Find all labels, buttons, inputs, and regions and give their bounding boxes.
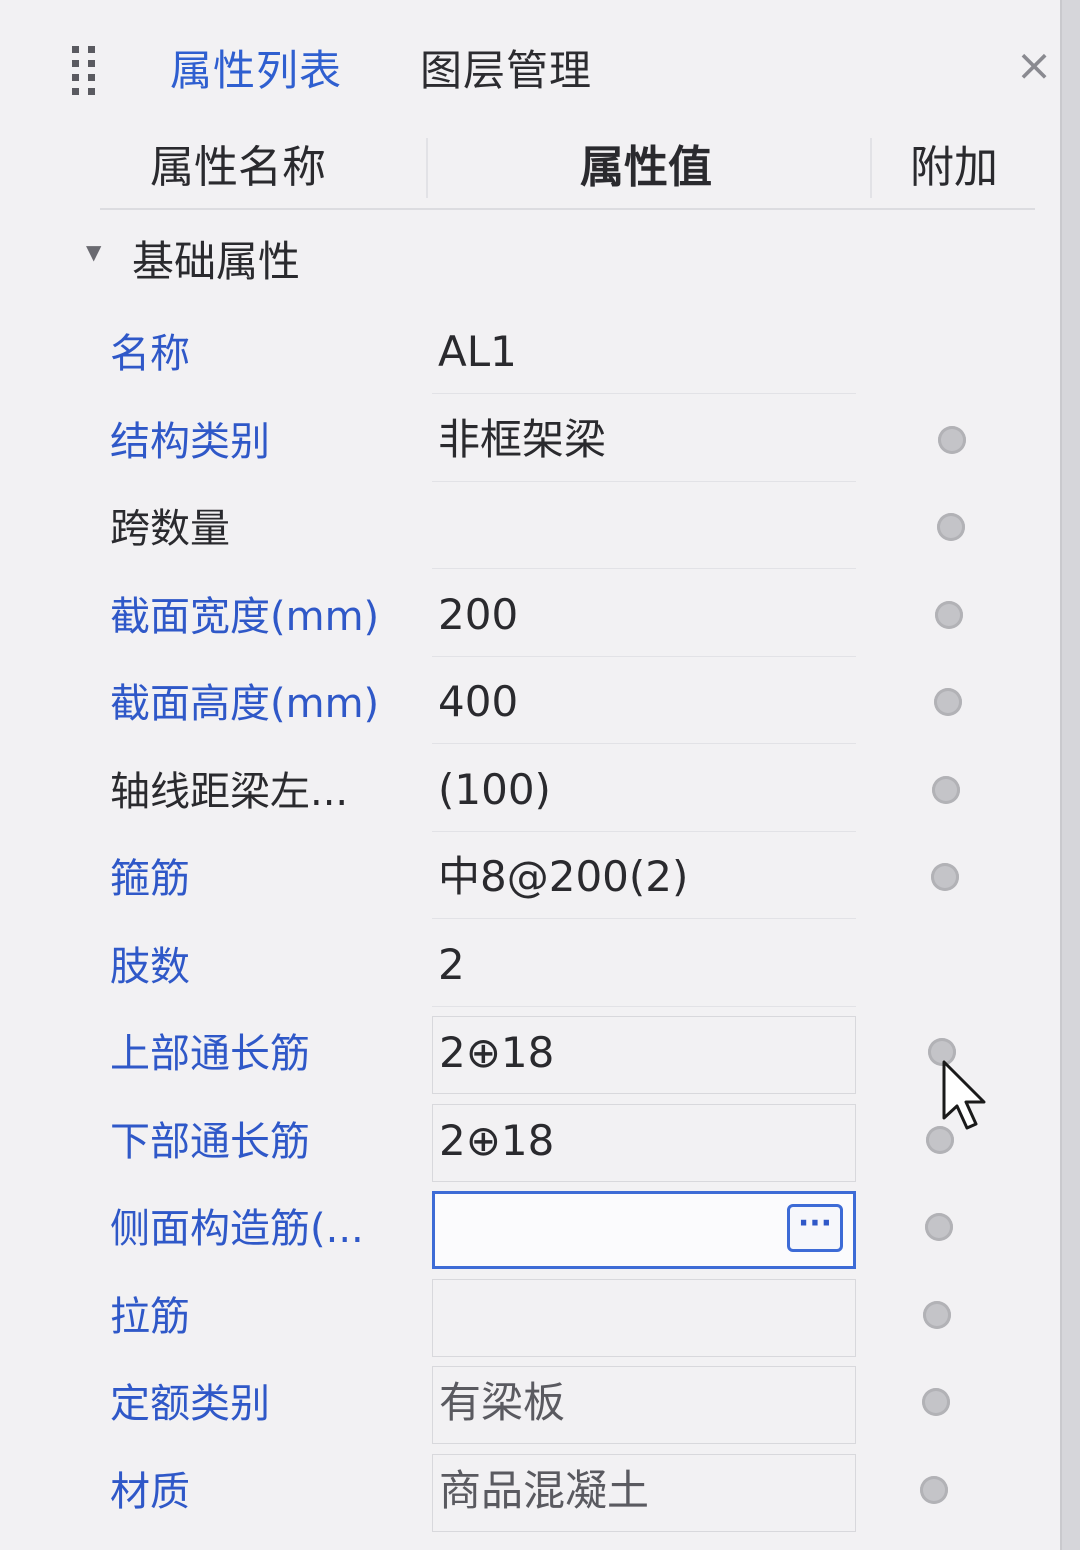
column-divider[interactable]: [426, 138, 428, 198]
extra-checkbox-icon[interactable]: [923, 1301, 951, 1329]
property-value-field[interactable]: 2⊕18: [432, 1104, 856, 1182]
group-label: 基础属性: [132, 237, 301, 286]
property-value-input-active[interactable]: ···: [432, 1191, 856, 1269]
property-row[interactable]: 侧面构造筋(... ···: [110, 1187, 1010, 1273]
property-name: 轴线距梁左...: [110, 769, 349, 815]
property-name: 材质: [110, 1469, 190, 1515]
property-value-field[interactable]: AL1: [432, 316, 856, 394]
property-value-field[interactable]: [432, 1279, 856, 1357]
property-value-field[interactable]: 有梁板: [432, 1366, 856, 1444]
extra-checkbox-icon[interactable]: [931, 863, 959, 891]
property-name: 截面高度(mm): [110, 681, 380, 727]
property-row[interactable]: 材质 商品混凝土: [110, 1450, 1010, 1536]
column-header-extra[interactable]: 附加: [910, 140, 998, 196]
extra-checkbox-icon[interactable]: [934, 688, 962, 716]
column-divider[interactable]: [870, 138, 872, 198]
mouse-pointer-icon: [942, 1060, 986, 1130]
property-row[interactable]: 截面宽度(mm) 200: [110, 575, 1010, 661]
property-value-field[interactable]: [432, 491, 856, 569]
property-row[interactable]: 结构类别 非框架梁: [110, 400, 1010, 486]
ellipsis-button[interactable]: ···: [787, 1204, 843, 1252]
property-row[interactable]: 肢数 2: [110, 925, 1010, 1011]
extra-checkbox-icon[interactable]: [938, 426, 966, 454]
extra-checkbox-icon[interactable]: [935, 601, 963, 629]
column-header-name[interactable]: 属性名称: [150, 140, 326, 196]
property-name: 箍筋: [110, 856, 190, 902]
property-row[interactable]: 跨数量: [110, 487, 1010, 573]
property-name: 上部通长筋: [110, 1031, 310, 1077]
property-value-field[interactable]: 2: [432, 929, 856, 1007]
property-row[interactable]: 轴线距梁左... (100): [110, 750, 1010, 836]
extra-checkbox-icon[interactable]: [937, 513, 965, 541]
property-row[interactable]: 名称 AL1: [110, 312, 1010, 398]
property-name: 名称: [110, 331, 190, 377]
close-icon[interactable]: ×: [1012, 44, 1056, 88]
extra-checkbox-icon[interactable]: [932, 776, 960, 804]
property-value-field[interactable]: 200: [432, 579, 856, 657]
column-header-value[interactable]: 属性值: [580, 140, 712, 196]
property-name: 拉筋: [110, 1294, 190, 1340]
property-name: 结构类别: [110, 419, 270, 465]
tab-property-list[interactable]: 属性列表: [170, 44, 342, 98]
property-value-field[interactable]: 中8@200(2): [432, 841, 856, 919]
property-row[interactable]: 上部通长筋 2⊕18: [110, 1012, 1010, 1098]
property-name: 肢数: [110, 944, 190, 990]
property-row[interactable]: 截面高度(mm) 400: [110, 662, 1010, 748]
property-row[interactable]: 下部通长筋 2⊕18: [110, 1100, 1010, 1186]
property-name: 下部通长筋: [110, 1119, 310, 1165]
property-panel: 属性列表 图层管理 × 属性名称 属性值 附加 ▼ 基础属性 名称 AL1 结构类别…: [0, 0, 1062, 1550]
property-name: 跨数量: [110, 506, 230, 552]
property-value-field[interactable]: 400: [432, 666, 856, 744]
collapse-triangle-icon[interactable]: ▼: [86, 240, 101, 264]
property-row[interactable]: 定额类别 有梁板: [110, 1362, 1010, 1448]
property-row[interactable]: 拉筋: [110, 1275, 1010, 1361]
property-value-field[interactable]: (100): [432, 754, 856, 832]
property-value-field[interactable]: 非框架梁: [432, 404, 856, 482]
extra-checkbox-icon[interactable]: [925, 1213, 953, 1241]
property-row[interactable]: 箍筋 中8@200(2): [110, 837, 1010, 923]
extra-checkbox-icon[interactable]: [920, 1476, 948, 1504]
extra-checkbox-icon[interactable]: [922, 1388, 950, 1416]
window-edge: [1062, 0, 1080, 1550]
property-name: 截面宽度(mm): [110, 594, 380, 640]
property-name: 侧面构造筋(...: [110, 1206, 364, 1252]
column-header: 属性名称 属性值 附加: [100, 128, 1035, 210]
drag-handle-icon[interactable]: [72, 46, 96, 100]
property-name: 定额类别: [110, 1381, 270, 1427]
property-value-field[interactable]: 2⊕18: [432, 1016, 856, 1094]
property-value-field[interactable]: 商品混凝土: [432, 1454, 856, 1532]
tab-layer-management[interactable]: 图层管理: [420, 44, 592, 98]
